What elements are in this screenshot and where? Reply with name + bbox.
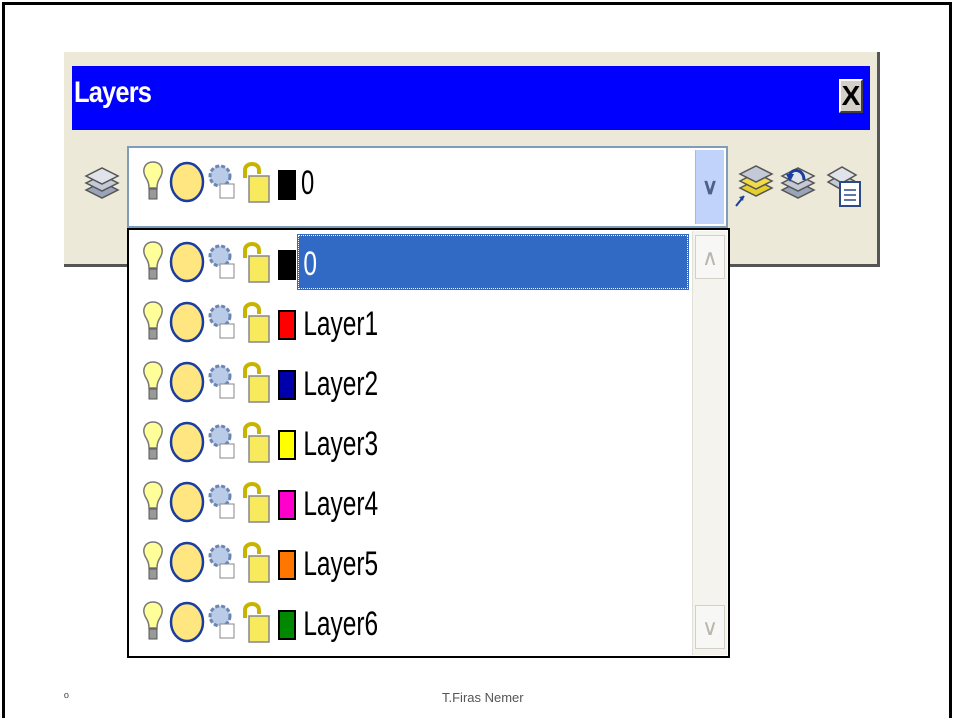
lock-unlock-icon[interactable]	[239, 600, 273, 644]
viewport-freeze-icon[interactable]	[207, 600, 237, 644]
on-off-bulb-icon[interactable]	[141, 160, 165, 204]
layer-state-icons	[141, 600, 296, 648]
layer-row[interactable]: Layer4	[129, 472, 689, 532]
on-off-bulb-icon[interactable]	[141, 240, 165, 284]
layer-previous-icon[interactable]	[778, 160, 818, 210]
layer-state-icons	[141, 360, 296, 408]
layer-state-icons	[141, 540, 296, 588]
slide-number: º	[64, 690, 69, 705]
freeze-thaw-sun-icon[interactable]	[169, 420, 205, 464]
layer-states-icon[interactable]	[824, 160, 864, 210]
viewport-freeze-icon[interactable]	[207, 240, 237, 284]
lock-unlock-icon[interactable]	[239, 480, 273, 524]
layer-row[interactable]: Layer6	[129, 592, 689, 652]
make-object-layer-current-icon[interactable]	[734, 158, 774, 208]
window-title: Layers	[74, 76, 152, 109]
lock-unlock-icon[interactable]	[239, 240, 273, 284]
on-off-bulb-icon[interactable]	[141, 540, 165, 584]
scroll-up-button[interactable]: ∧	[695, 235, 725, 279]
layer-name: Layer1	[303, 305, 379, 343]
freeze-thaw-sun-icon[interactable]	[169, 300, 205, 344]
current-layer-name: 0	[301, 164, 315, 202]
author-credit: T.Firas Nemer	[442, 690, 524, 705]
freeze-thaw-sun-icon[interactable]	[169, 540, 205, 584]
lock-unlock-icon[interactable]	[239, 160, 273, 204]
layer-row[interactable]: 0	[129, 232, 689, 292]
viewport-freeze-icon[interactable]	[207, 540, 237, 584]
viewport-freeze-icon[interactable]	[207, 420, 237, 464]
layer-name: Layer3	[303, 425, 379, 463]
viewport-freeze-icon[interactable]	[207, 360, 237, 404]
on-off-bulb-icon[interactable]	[141, 600, 165, 644]
freeze-thaw-sun-icon[interactable]	[169, 240, 205, 284]
color-swatch[interactable]	[278, 310, 296, 340]
layer-name: 0	[303, 245, 317, 283]
combo-layer-state-icons	[141, 160, 296, 208]
list-scrollbar[interactable]: ∧ ∨	[692, 231, 727, 655]
freeze-thaw-sun-icon[interactable]	[169, 160, 205, 204]
viewport-freeze-icon[interactable]	[207, 300, 237, 344]
layer-combo[interactable]: 0 ∨	[127, 146, 728, 228]
close-button[interactable]: X	[839, 79, 863, 113]
color-swatch[interactable]	[278, 610, 296, 640]
freeze-thaw-sun-icon[interactable]	[169, 600, 205, 644]
layer-row[interactable]: Layer3	[129, 412, 689, 472]
scroll-down-button[interactable]: ∨	[695, 605, 725, 649]
viewport-freeze-icon[interactable]	[207, 160, 237, 204]
layer-name: Layer4	[303, 485, 379, 523]
layer-state-icons	[141, 300, 296, 348]
lock-unlock-icon[interactable]	[239, 300, 273, 344]
color-swatch[interactable]	[278, 490, 296, 520]
color-swatch[interactable]	[278, 430, 296, 460]
freeze-thaw-sun-icon[interactable]	[169, 360, 205, 404]
layer-name: Layer6	[303, 605, 379, 643]
layer-state-icons	[141, 240, 296, 288]
freeze-thaw-sun-icon[interactable]	[169, 480, 205, 524]
viewport-freeze-icon[interactable]	[207, 480, 237, 524]
color-swatch[interactable]	[278, 370, 296, 400]
lock-unlock-icon[interactable]	[239, 360, 273, 404]
color-swatch[interactable]	[278, 550, 296, 580]
layer-name: Layer5	[303, 545, 379, 583]
dropdown-arrow-button[interactable]: ∨	[695, 150, 724, 224]
layer-name: Layer2	[303, 365, 379, 403]
layer-properties-icon[interactable]	[82, 160, 122, 210]
title-bar: Layers	[72, 66, 870, 130]
color-swatch[interactable]	[278, 170, 296, 200]
layer-row[interactable]: Layer5	[129, 532, 689, 592]
on-off-bulb-icon[interactable]	[141, 420, 165, 464]
lock-unlock-icon[interactable]	[239, 540, 273, 584]
layer-state-icons	[141, 480, 296, 528]
layer-row[interactable]: Layer2	[129, 352, 689, 412]
lock-unlock-icon[interactable]	[239, 420, 273, 464]
layer-row[interactable]: Layer1	[129, 292, 689, 352]
selection-highlight	[297, 234, 689, 290]
layer-dropdown-list: 0 Layer1 Layer2 Layer3 Layer4 Layer5 Lay…	[127, 228, 730, 658]
color-swatch[interactable]	[278, 250, 296, 280]
on-off-bulb-icon[interactable]	[141, 360, 165, 404]
on-off-bulb-icon[interactable]	[141, 300, 165, 344]
layer-state-icons	[141, 420, 296, 468]
on-off-bulb-icon[interactable]	[141, 480, 165, 524]
